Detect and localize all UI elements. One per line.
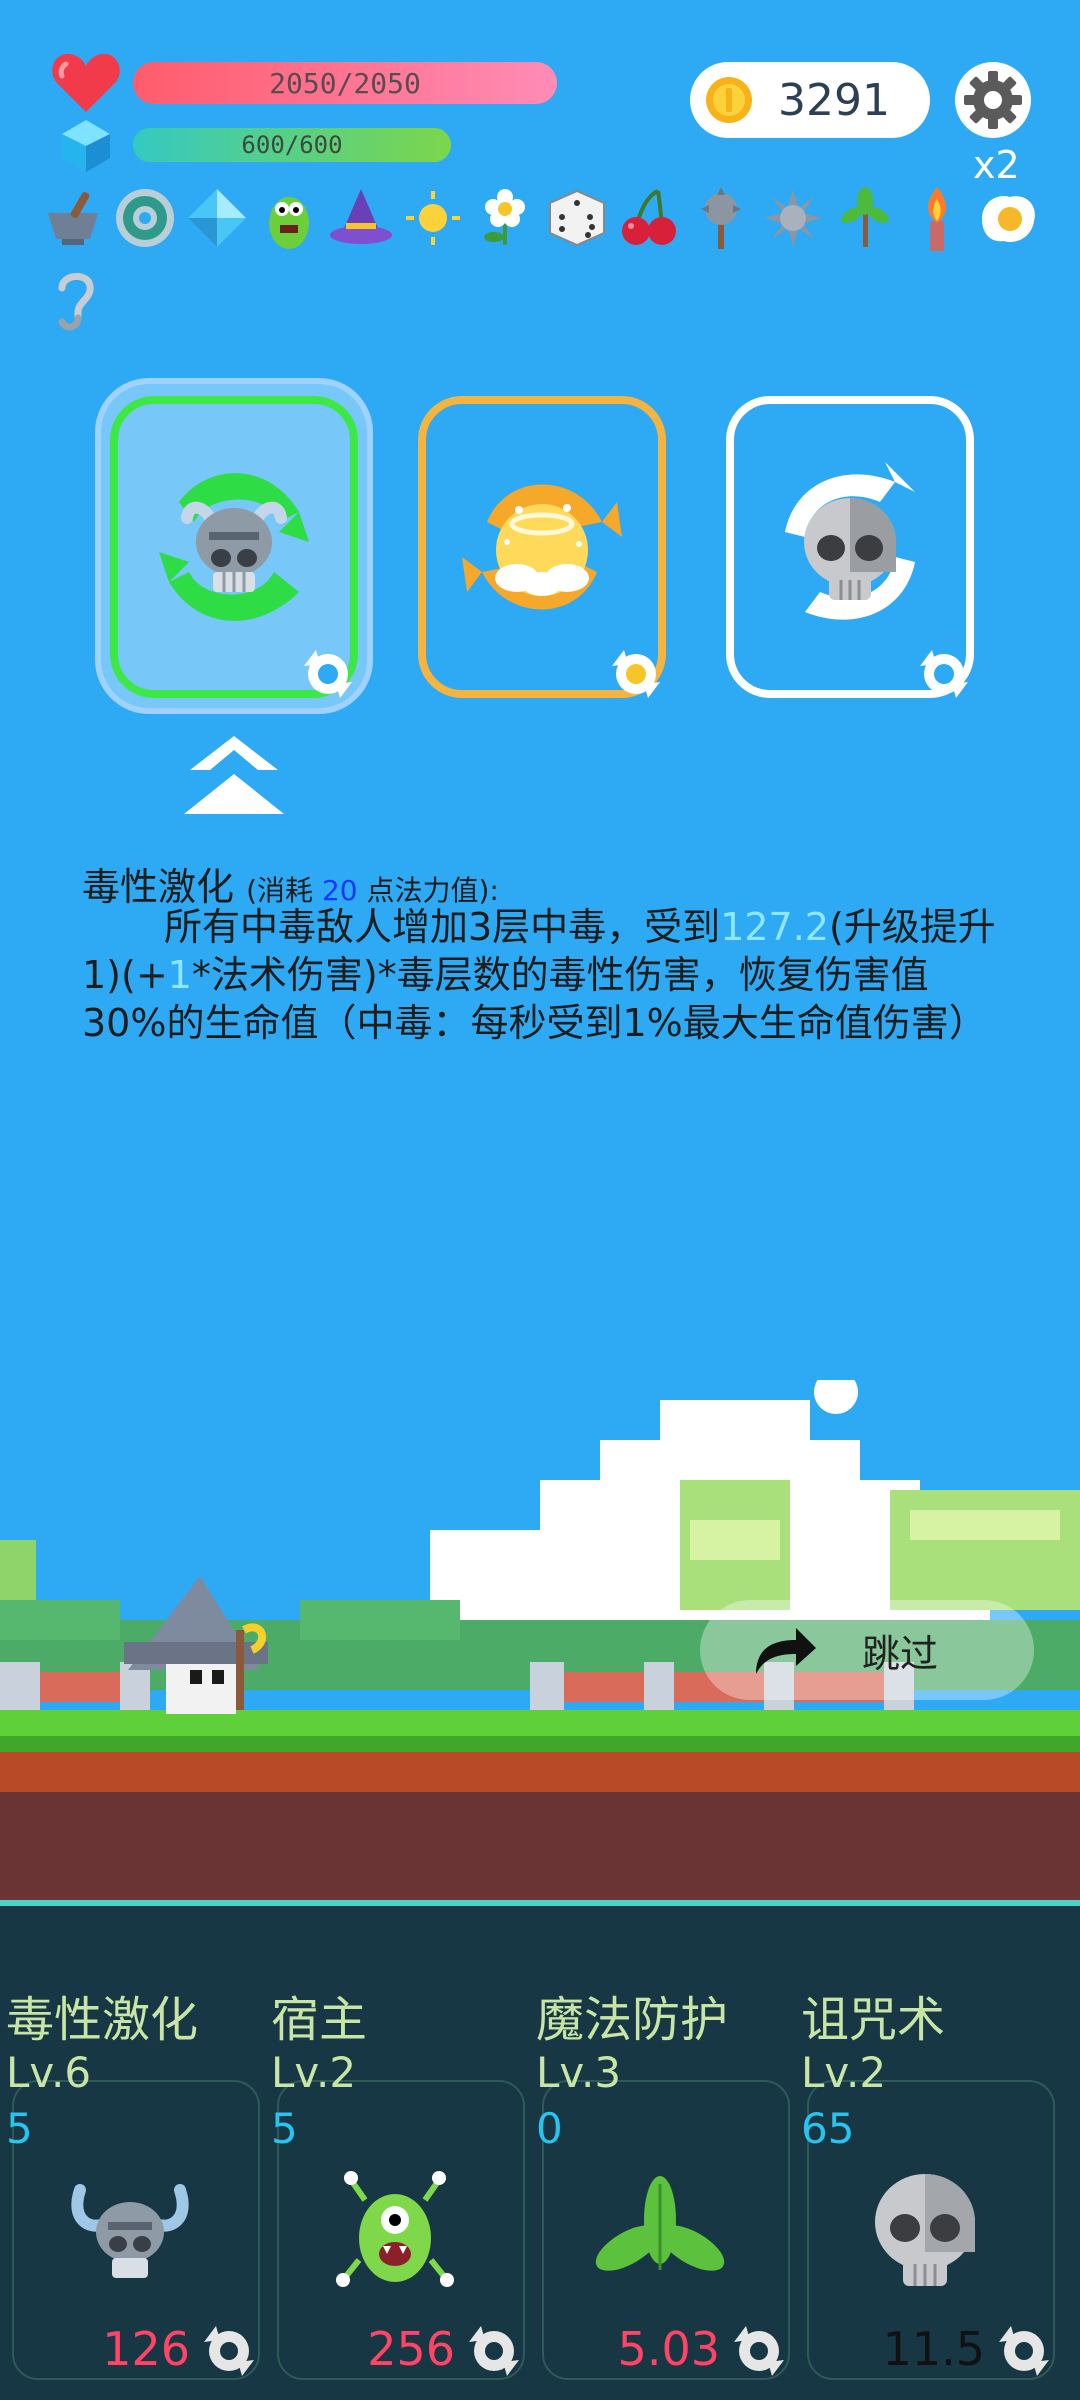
skill-card-name: 魔法防护 (536, 1992, 729, 2048)
skill-card-level: Lv.3 (536, 2048, 622, 2097)
skill-card-name: 诅咒术 (801, 1992, 946, 2048)
dice-icon[interactable] (544, 178, 610, 258)
skill-description-body: 所有中毒敌人增加3层中毒，受到127.2(升级提升1)(+1*法术伤害)*毒层数… (82, 903, 1002, 1047)
grey-skull-icon (785, 462, 915, 620)
spiked-mace-icon[interactable] (688, 178, 754, 258)
refresh-icon[interactable] (296, 642, 360, 706)
gem-icon[interactable] (184, 178, 250, 258)
selected-indicator-icon (184, 736, 284, 814)
sapling-icon[interactable] (832, 178, 898, 258)
settings-button[interactable] (955, 62, 1031, 138)
dirt (0, 1752, 1080, 1792)
mana-crystal-icon (62, 120, 110, 172)
mp-text: 600/600 (241, 131, 343, 159)
skill-card-stat: 5.03 (617, 2322, 720, 2376)
grey-skull-icon (875, 2174, 975, 2286)
cooldown-icon (734, 2326, 784, 2376)
coin-counter: 3291 (690, 62, 930, 138)
desc-scaling-value: 1 (167, 953, 192, 997)
heart-icon (52, 53, 120, 112)
ring-icon[interactable] (112, 178, 178, 258)
mortar-icon[interactable] (40, 178, 106, 258)
leaf-sprout-icon (595, 2176, 725, 2271)
egg-icon[interactable] (976, 178, 1042, 258)
halo-angel-icon (462, 484, 622, 610)
desc-text: *法术伤害)*毒层数的毒性伤害，恢复伤害值30%的生命值（中毒：每秒受到1%最大… (82, 953, 987, 1045)
skill-card-curse[interactable]: 诅咒术 Lv.2 65 11.5 (795, 1980, 1055, 2400)
hp-bar: 2050/2050 (133, 62, 557, 104)
goblin-icon[interactable] (256, 178, 322, 258)
skill-card-level: Lv.2 (271, 2048, 357, 2097)
skill-card-count: 5 (271, 2104, 298, 2153)
green-monster-icon (336, 2171, 454, 2287)
coin-value: 3291 (778, 74, 890, 126)
skill-card-count: 65 (801, 2104, 855, 2153)
hp-text: 2050/2050 (269, 66, 421, 100)
multiplier-label: x2 (973, 143, 1020, 187)
skill-card-name: 毒性激化 (6, 1992, 199, 2048)
mp-bar: 600/600 (133, 128, 451, 162)
skip-button[interactable]: 跳过 (700, 1600, 1034, 1700)
skill-card-level: Lv.6 (6, 2048, 92, 2097)
cherry-icon[interactable] (616, 178, 682, 258)
skill-card-stat: 11.5 (882, 2322, 985, 2376)
spiked-ball-icon[interactable] (760, 178, 826, 258)
skill-card-stat: 126 (102, 2322, 190, 2376)
skill-card-toxic-burst[interactable]: 毒性激化 Lv.6 5 126 (0, 1980, 260, 2400)
skill-card-level: Lv.2 (801, 2048, 887, 2097)
skill-card-host[interactable]: 宿主 Lv.2 5 256 (265, 1980, 525, 2400)
skip-arrow-icon (756, 1628, 816, 1674)
cooldown-icon (999, 2326, 1049, 2376)
desc-damage-value: 127.2 (720, 905, 829, 949)
wizard-hat-icon[interactable] (328, 178, 394, 258)
torch-icon[interactable] (904, 178, 970, 258)
desc-text: 所有中毒敌人增加3层中毒，受到 (164, 905, 721, 949)
flower-icon[interactable] (472, 178, 538, 258)
refresh-icon[interactable] (604, 642, 668, 706)
viking-skull-poison-icon (159, 473, 309, 621)
skill-card-stat: 256 (367, 2322, 455, 2376)
skill-card-count: 0 (536, 2104, 563, 2153)
gear-icon (964, 71, 1022, 129)
skip-label: 跳过 (862, 1631, 939, 1676)
skill-card-magic-shield[interactable]: 魔法防护 Lv.3 0 5.03 (530, 1980, 790, 2400)
sun-icon[interactable] (400, 178, 466, 258)
skill-card-name: 宿主 (271, 1992, 368, 2048)
items-row (40, 178, 1050, 258)
hook-icon[interactable] (48, 266, 104, 336)
refresh-icon[interactable] (912, 642, 976, 706)
cooldown-icon (204, 2326, 254, 2376)
viking-skull-icon (71, 2184, 189, 2278)
coin-icon (706, 77, 752, 123)
cooldown-icon (469, 2326, 519, 2376)
skill-card-count: 5 (6, 2104, 33, 2153)
